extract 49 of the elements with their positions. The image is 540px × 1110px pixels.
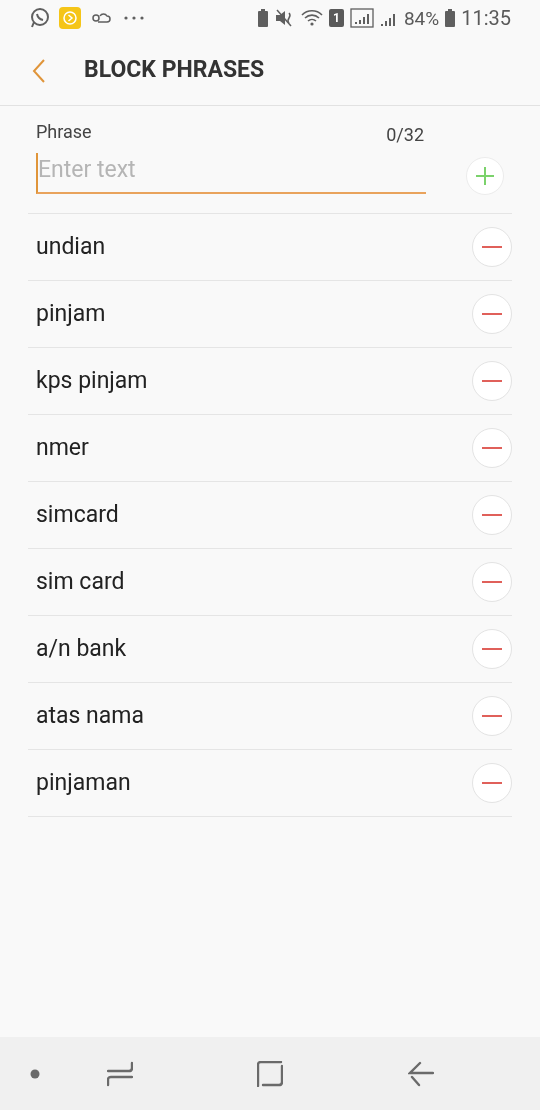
clock: 11:35: [461, 8, 511, 28]
play-icon: [59, 7, 81, 29]
plus-icon: [475, 166, 495, 186]
remove-button[interactable]: [472, 495, 512, 535]
mute-icon: [274, 9, 295, 27]
dot-icon: [30, 1068, 40, 1079]
remove-button[interactable]: [472, 696, 512, 736]
minus-icon: [482, 782, 502, 784]
phrase-text: a/n bank: [36, 633, 127, 664]
back-icon: [32, 57, 46, 84]
remove-button[interactable]: [472, 763, 512, 803]
back-arrow-icon: [408, 1060, 434, 1087]
phrase-text: sim card: [36, 566, 125, 597]
phrase-text: undian: [36, 231, 106, 262]
remove-button[interactable]: [472, 562, 512, 602]
remove-button[interactable]: [472, 428, 512, 468]
minus-icon: [482, 447, 502, 449]
minus-icon: [482, 313, 502, 315]
home-icon: [257, 1060, 283, 1087]
phrase-text: atas nama: [36, 700, 144, 731]
phrase-label: Phrase: [36, 120, 92, 144]
wifi-icon: [300, 9, 323, 27]
battery-percent: 84%: [403, 8, 440, 28]
phrase-text: nmer: [36, 432, 89, 463]
battery-saver-icon: [256, 9, 269, 27]
remove-button[interactable]: [472, 227, 512, 267]
recent-apps-icon: [107, 1059, 133, 1088]
phrase-text: pinjam: [36, 298, 106, 329]
page-title: BLOCK PHRASES: [84, 55, 265, 86]
minus-icon: [482, 581, 502, 583]
battery-icon: [445, 9, 456, 27]
remove-button[interactable]: [472, 294, 512, 334]
minus-icon: [482, 246, 502, 248]
phrase-text: simcard: [36, 499, 119, 530]
minus-icon: [482, 380, 502, 382]
minus-icon: [482, 514, 502, 516]
chat-icon: [29, 7, 51, 29]
signal-icon: [349, 8, 374, 28]
sim-badge: 1: [328, 9, 344, 27]
remove-button[interactable]: [472, 629, 512, 669]
add-button[interactable]: [466, 157, 504, 195]
phrase-text: pinjaman: [36, 767, 131, 798]
phrase-text: kps pinjam: [36, 365, 148, 396]
more-icon: [123, 15, 145, 21]
minus-icon: [482, 715, 502, 717]
remove-button[interactable]: [472, 361, 512, 401]
phrase-input[interactable]: Enter text: [36, 153, 426, 194]
minus-icon: [482, 648, 502, 650]
character-counter: 0/32: [386, 123, 425, 147]
